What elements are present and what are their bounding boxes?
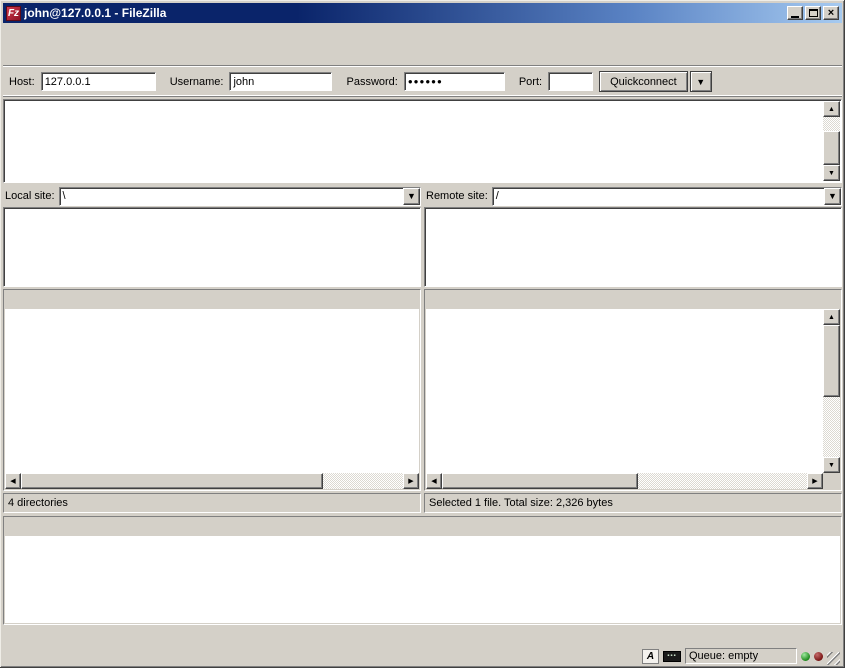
remote-site-label: Remote site: [424, 190, 488, 202]
minimize-button[interactable] [787, 6, 803, 20]
password-label: Password: [346, 76, 397, 88]
queue-status-field: Queue: empty [685, 648, 797, 664]
message-log: ▲ ▼ [3, 99, 842, 183]
maximize-button[interactable] [805, 6, 821, 20]
message-log-lines [5, 101, 823, 181]
speed-limit-icon: ▪▪▪ [663, 651, 681, 662]
chevron-down-icon[interactable]: ▼ [824, 188, 841, 205]
close-button[interactable]: × [823, 6, 839, 20]
username-input[interactable] [229, 72, 332, 91]
maximize-icon [809, 9, 818, 17]
log-scrollbar[interactable]: ▲ ▼ [823, 101, 840, 181]
quickconnect-bar: Host: Username: Password: Port: Quickcon… [3, 67, 842, 97]
local-site-label: Local site: [3, 190, 55, 202]
scroll-left-icon[interactable]: ◀ [5, 473, 21, 489]
receive-led-icon [801, 652, 810, 661]
file-list-panes: ◀ ▶ 4 directories ▲ ▼ [3, 289, 842, 513]
remote-list-header [426, 291, 840, 309]
close-icon: × [828, 8, 834, 18]
title-bar: Fz john@127.0.0.1 - FileZilla × [3, 3, 842, 23]
remote-vscrollbar[interactable]: ▲ ▼ [823, 309, 840, 473]
minimize-icon [791, 16, 799, 18]
remote-site-value: / [493, 190, 824, 202]
remote-list-body: ▲ ▼ [426, 309, 840, 473]
local-hscroll-thumb[interactable] [21, 473, 323, 489]
tree-panes: Local site: \ ▼ Remote site: / ▼ [3, 186, 842, 287]
queue-header [5, 518, 840, 536]
toolbar [3, 41, 842, 67]
local-site-combo[interactable]: \ ▼ [59, 187, 421, 206]
queue-body [5, 536, 840, 623]
remote-hscrollbar[interactable]: ◀ ▶ [426, 473, 823, 489]
scroll-left-icon[interactable]: ◀ [426, 473, 442, 489]
filezilla-window: Fz john@127.0.0.1 - FileZilla × Host: Us… [0, 0, 845, 668]
transfer-type-ascii-icon: A [642, 649, 659, 664]
remote-site-combo[interactable]: / ▼ [492, 187, 842, 206]
chevron-down-icon[interactable]: ▼ [403, 188, 420, 205]
scroll-up-icon[interactable]: ▲ [823, 101, 840, 117]
local-site-value: \ [60, 190, 403, 202]
local-list-body [5, 309, 419, 473]
local-hscrollbar[interactable]: ◀ ▶ [5, 473, 419, 489]
chevron-down-icon: ▼ [696, 77, 705, 87]
port-label: Port: [519, 76, 542, 88]
password-input[interactable] [404, 72, 505, 91]
scroll-down-icon[interactable]: ▼ [823, 457, 840, 473]
remote-file-list: ▲ ▼ ◀ ▶ [424, 289, 842, 491]
remote-status-bar: Selected 1 file. Total size: 2,326 bytes [424, 493, 842, 513]
remote-hscroll-thumb[interactable] [442, 473, 638, 489]
transfer-queue [3, 516, 842, 625]
scroll-down-icon[interactable]: ▼ [823, 165, 840, 181]
queue-status-text: Queue: empty [689, 650, 758, 662]
username-label: Username: [170, 76, 224, 88]
local-status-text: 4 directories [8, 497, 68, 509]
queue-tabs [3, 625, 842, 646]
port-input[interactable] [548, 72, 593, 91]
resize-grip[interactable] [827, 652, 840, 665]
send-led-icon [814, 652, 823, 661]
local-status-bar: 4 directories [3, 493, 421, 513]
local-list-header [5, 291, 419, 309]
local-file-list: ◀ ▶ [3, 289, 421, 491]
local-tree [3, 207, 421, 287]
quickconnect-dropdown-button[interactable]: ▼ [690, 71, 712, 92]
scroll-up-icon[interactable]: ▲ [823, 309, 840, 325]
remote-status-text: Selected 1 file. Total size: 2,326 bytes [429, 497, 613, 509]
host-input[interactable] [41, 72, 156, 91]
remote-tree [424, 207, 842, 287]
quickconnect-button[interactable]: Quickconnect [599, 71, 688, 92]
remote-vscroll-thumb[interactable] [823, 325, 840, 397]
scroll-right-icon[interactable]: ▶ [403, 473, 419, 489]
menu-bar [3, 23, 842, 41]
scroll-right-icon[interactable]: ▶ [807, 473, 823, 489]
host-label: Host: [9, 76, 35, 88]
status-bar: A ▪▪▪ Queue: empty [3, 646, 842, 665]
window-title: john@127.0.0.1 - FileZilla [24, 6, 784, 20]
app-icon: Fz [6, 6, 21, 21]
log-scroll-thumb[interactable] [823, 131, 840, 165]
